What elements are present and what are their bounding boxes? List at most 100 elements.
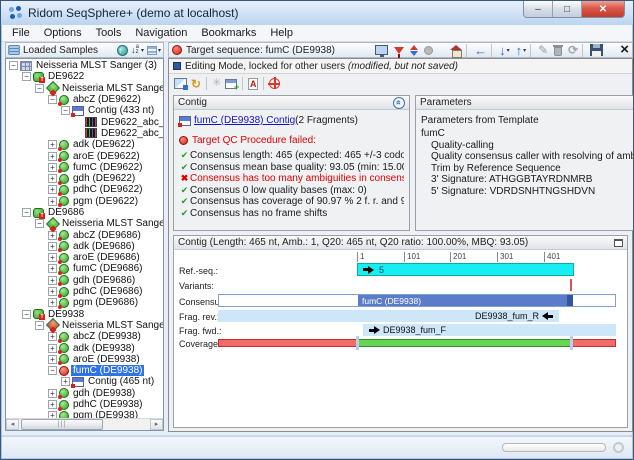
tree-expander[interactable]: −	[61, 106, 70, 116]
tree-item[interactable]: −DE9938	[6, 309, 163, 321]
export-view-icon[interactable]	[174, 78, 188, 90]
variant-marker[interactable]	[570, 279, 572, 291]
tree-item-label[interactable]: aroE (DE9686)	[71, 252, 142, 263]
tree-item-label[interactable]: adk (DE9686)	[71, 241, 137, 252]
import-samples-icon[interactable]: ↑	[117, 44, 129, 56]
menu-tools[interactable]: Tools	[89, 26, 129, 40]
tree-item-label[interactable]: pgm (DE9938)	[71, 410, 140, 418]
tree-expander[interactable]: +	[48, 287, 57, 297]
add-fragments-icon[interactable]	[225, 78, 239, 92]
menu-navigation[interactable]: Navigation	[128, 26, 194, 40]
crosshair-icon[interactable]	[268, 77, 281, 89]
tree-item-label[interactable]: gdh (DE9622)	[71, 173, 137, 184]
tree-item[interactable]: + aroE (DE9686)	[6, 252, 163, 264]
tree-item-label[interactable]: abcZ (DE9622)	[71, 94, 143, 105]
tree-item[interactable]: DE9622_abc_F (4	[6, 128, 163, 139]
next-target-button[interactable]: ↓ ▾	[499, 44, 510, 57]
menu-options[interactable]: Options	[37, 26, 89, 40]
pdf-report-icon[interactable]: A	[248, 77, 259, 90]
close-button[interactable]: ✕	[582, 1, 624, 17]
tree-expander[interactable]: −	[35, 219, 44, 229]
collapse-tree-button[interactable]: ▾	[146, 45, 161, 55]
tree-item-label[interactable]: DE9622_abc_R (7	[99, 117, 163, 128]
tree-item-label[interactable]: DE9622_abc_F (4	[99, 128, 163, 139]
tree-item[interactable]: + fumC (DE9622)	[6, 162, 163, 174]
tree-expander[interactable]: +	[48, 174, 57, 184]
tree-expander[interactable]: −	[48, 366, 57, 376]
tree-item-label[interactable]: pgm (DE9686)	[71, 297, 140, 308]
tree-item-label[interactable]: Neisseria MLST Sanger (3)	[34, 60, 159, 71]
forward-fragment-bar[interactable]: DE9938_fum_F	[363, 324, 616, 336]
tree-item[interactable]: + pdhC (DE9622)	[6, 184, 163, 196]
tree-expander[interactable]: −	[35, 83, 44, 93]
tree-expander[interactable]: +	[48, 400, 57, 410]
tree-item[interactable]: − abcZ (DE9622)	[6, 94, 163, 106]
tree-item[interactable]: − Neisseria MLST Sanger (DE9686)	[6, 216, 163, 231]
contig-link[interactable]: fumC (DE9938) Contig	[194, 115, 295, 126]
minimize-button[interactable]: –	[524, 1, 553, 17]
tree-item[interactable]: − Neisseria MLST Sanger (3)	[6, 60, 163, 71]
tree-item[interactable]: − Contig (433 nt)	[6, 105, 163, 117]
tree-item[interactable]: − fumC (DE9938)	[6, 365, 163, 377]
tree-expander[interactable]: +	[48, 298, 57, 308]
tree-item-label[interactable]: abcZ (DE9938)	[71, 331, 143, 342]
tree-item-label[interactable]: fumC (DE9622)	[71, 162, 144, 173]
tree-item-label[interactable]: Contig (465 nt)	[86, 376, 156, 387]
tree-item-label[interactable]: adk (DE9622)	[71, 139, 137, 150]
tree-item-label[interactable]: fumC (DE9938)	[71, 365, 145, 377]
tree-item-label[interactable]: pdhC (DE9938)	[71, 399, 144, 410]
menu-help[interactable]: Help	[263, 26, 300, 40]
scrollbar-thumb[interactable]: |||	[21, 419, 103, 430]
tree-item[interactable]: + pdhC (DE9686)	[6, 286, 163, 298]
tree-expander[interactable]: +	[48, 388, 57, 398]
tree-expander[interactable]: +	[48, 151, 57, 161]
reverse-fragment-bar[interactable]: DE9938_fum_R	[218, 310, 559, 322]
tree-item[interactable]: −DE9622	[6, 71, 163, 83]
close-editor-icon[interactable]: ×	[620, 42, 629, 57]
scroll-left-button[interactable]: ◂	[6, 419, 19, 430]
reload-icon[interactable]: ↻	[191, 78, 201, 90]
tree-item-label[interactable]: adk (DE9938)	[71, 343, 137, 354]
tree-expander[interactable]: +	[48, 162, 57, 172]
home-icon[interactable]	[450, 44, 463, 58]
tree-item-label[interactable]: aroE (DE9622)	[71, 151, 142, 162]
sort-tree-button[interactable]: ↓ a z ▾	[131, 44, 144, 55]
tree-item[interactable]: − Neisseria MLST Sanger (DE9938)	[6, 318, 163, 333]
tree-expander[interactable]: +	[48, 275, 57, 285]
title-bar[interactable]: Ridom SeqSphere+ (demo at localhost) – □…	[1, 1, 633, 25]
tree-expander[interactable]: −	[22, 208, 31, 217]
tree-expander[interactable]: +	[48, 185, 57, 195]
tree-item-label[interactable]: Neisseria MLST Sanger (DE9938)	[60, 320, 163, 331]
tree-item[interactable]: + Contig (465 nt)	[6, 376, 163, 388]
tree-item[interactable]: + pgm (DE9938)	[6, 410, 163, 418]
prev-target-button[interactable]: ↑ ▾	[516, 44, 527, 57]
tree-expander[interactable]: +	[48, 264, 57, 274]
tree-item[interactable]: + gdh (DE9686)	[6, 275, 163, 287]
consensus-bar[interactable]: fumC (DE9938)	[358, 295, 573, 306]
tree-item[interactable]: + abcZ (DE9938)	[6, 331, 163, 343]
tree-expander[interactable]: +	[61, 377, 70, 387]
tree-expander[interactable]: +	[48, 343, 57, 353]
tree-item-label[interactable]: pdhC (DE9622)	[71, 184, 144, 195]
save-icon[interactable]	[590, 44, 604, 56]
tree-item[interactable]: DE9622_abc_R (7	[6, 116, 163, 128]
tree-item-label[interactable]: Contig (433 nt)	[86, 105, 156, 116]
tree-expander[interactable]: −	[9, 61, 18, 71]
tree-item[interactable]: + aroE (DE9622)	[6, 150, 163, 163]
tree-expander[interactable]: +	[48, 140, 57, 150]
scroll-right-button[interactable]: ▸	[150, 419, 163, 430]
tree-expander[interactable]: +	[48, 411, 57, 418]
tree-item[interactable]: + abcZ (DE9686)	[6, 229, 163, 242]
tree-expander[interactable]: −	[22, 309, 31, 319]
tree-horizontal-scrollbar[interactable]: ◂ ||| ▸	[6, 418, 163, 430]
tree-item-label[interactable]: aroE (DE9938)	[71, 354, 142, 365]
tree-item-label[interactable]: gdh (DE9938)	[71, 388, 137, 399]
tree-item[interactable]: + fumC (DE9686)	[6, 263, 163, 275]
tree-item[interactable]: − Neisseria MLST Sanger (DE9622)	[6, 81, 163, 96]
tree-item[interactable]: + gdh (DE9938)	[6, 388, 163, 400]
tree-item[interactable]: −DE9686	[6, 207, 163, 219]
tree-item[interactable]: + pgm (DE9686)	[6, 297, 163, 309]
reference-sequence-bar[interactable]: 5	[357, 263, 574, 276]
tree-item[interactable]: + aroE (DE9938)	[6, 354, 163, 366]
tree-item-label[interactable]: pgm (DE9622)	[71, 196, 140, 207]
